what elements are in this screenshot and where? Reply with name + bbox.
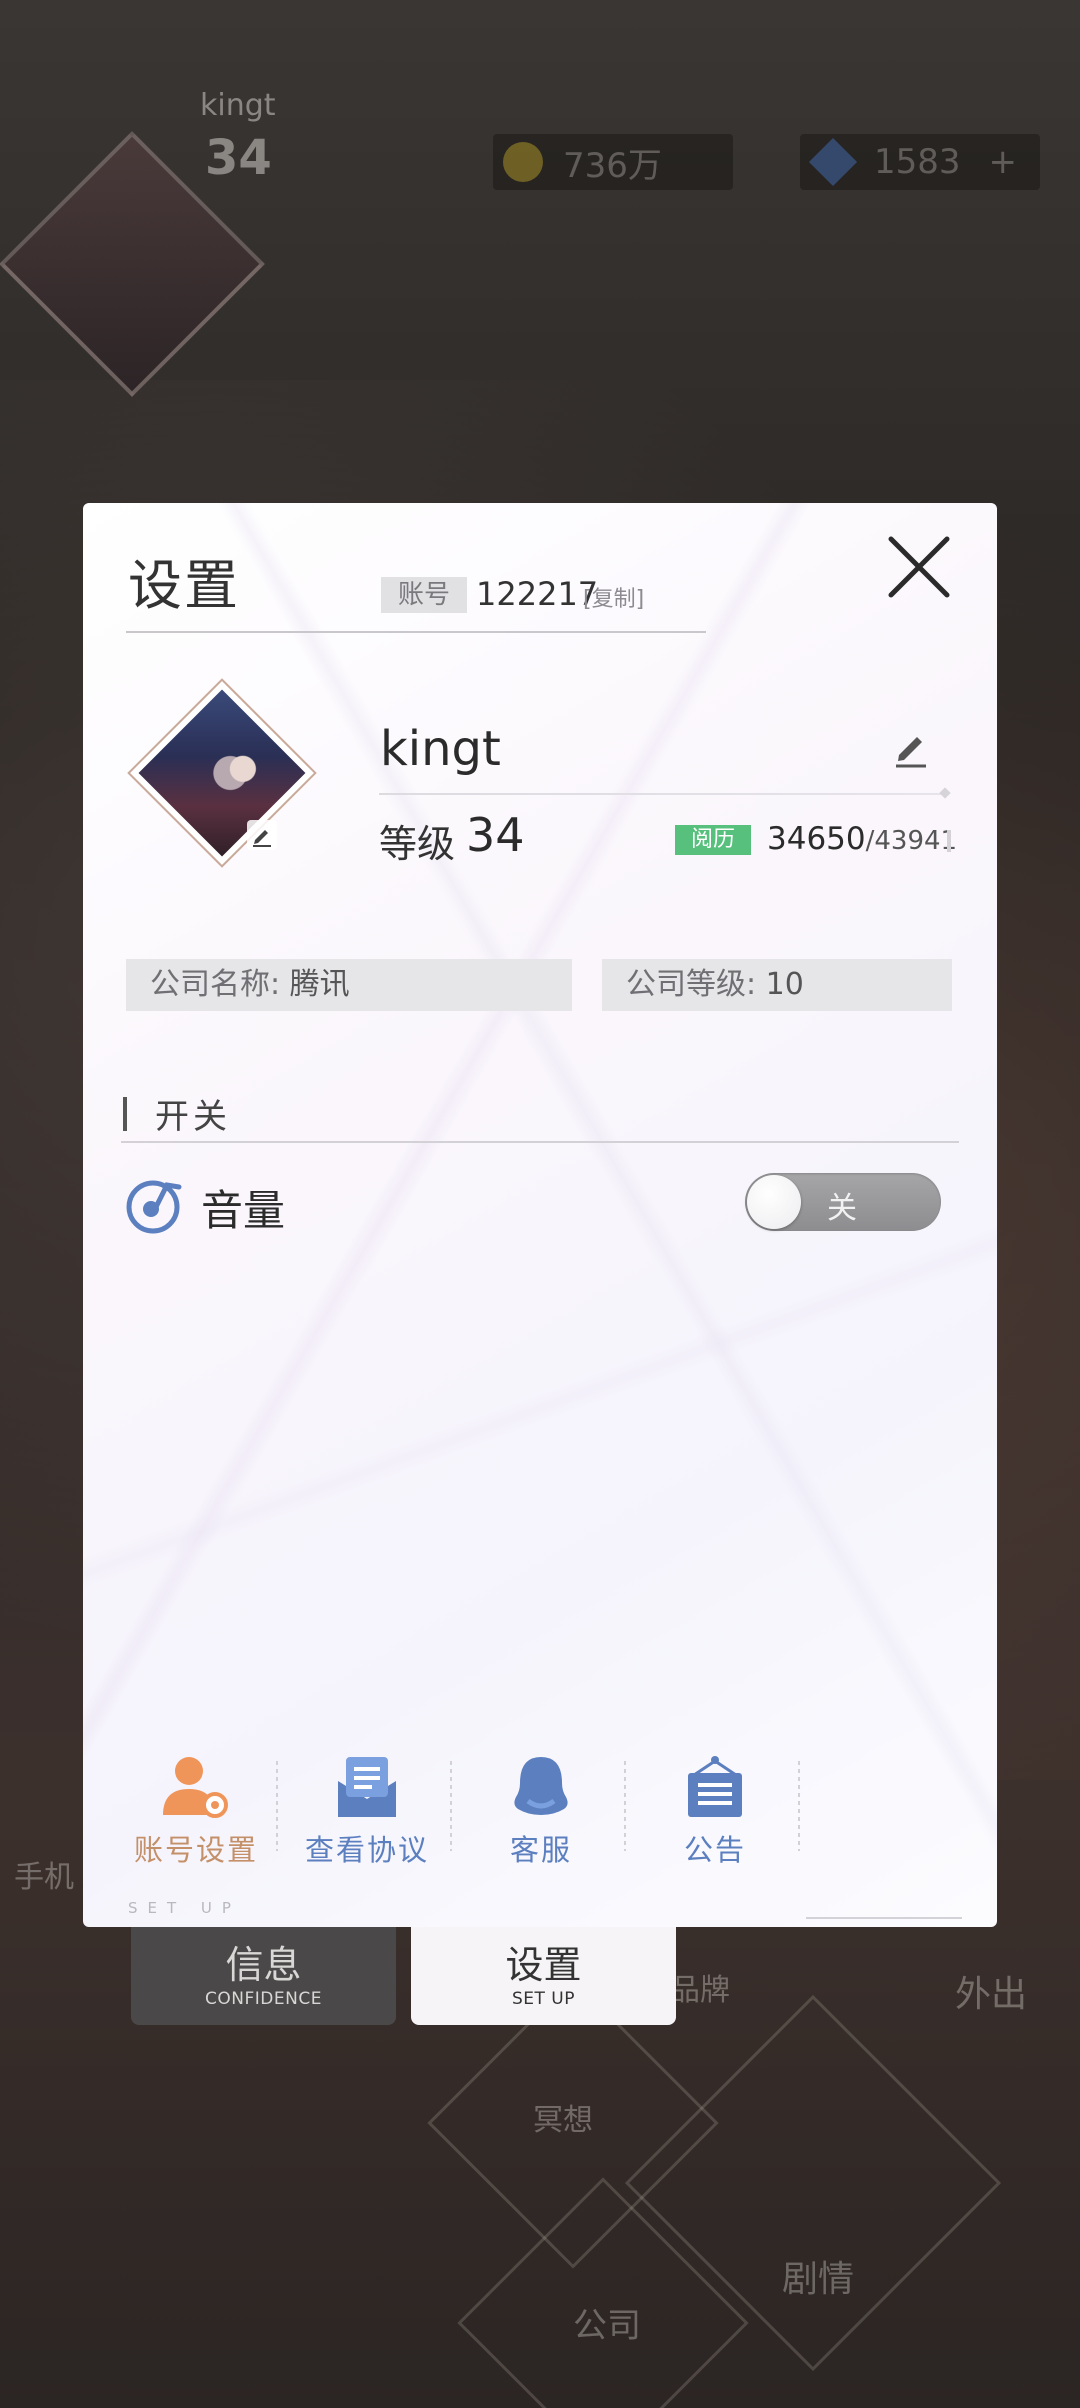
action-separator (624, 1761, 626, 1851)
toggle-state-text: 关 (827, 1191, 857, 1226)
company-name-value: 腾讯 (289, 967, 350, 1002)
footer-divider (806, 1917, 962, 1919)
experience-max: /43941 (865, 826, 958, 856)
action-separator (798, 1761, 800, 1851)
fantasy-label: 冥想 (533, 2103, 593, 2138)
avatar-image (138, 689, 306, 857)
name-divider-dot (939, 787, 951, 799)
phone-label: 手机 (14, 1860, 74, 1895)
dialog-footer-watermark: SET UP (128, 1899, 241, 1917)
volume-icon (126, 1180, 182, 1234)
experience-bar-end (947, 830, 951, 852)
announcement-icon (688, 1756, 742, 1817)
toggle-knob (747, 1175, 801, 1229)
experience-current: 34650 (767, 821, 866, 857)
action-separator (276, 1761, 278, 1851)
dialog-title: 设置 (128, 554, 240, 617)
tab-settings-label: 设置 (505, 1943, 582, 1987)
hud-player-level: 34 (205, 130, 272, 186)
outing-label: 外出 (955, 1974, 1028, 2015)
action-separator (450, 1761, 452, 1851)
section-marker (123, 1097, 127, 1131)
hud-player-name: kingt (200, 88, 276, 123)
account-label: 账号 (381, 577, 467, 613)
edit-name-icon[interactable] (893, 729, 929, 769)
tab-settings-sublabel: SET UP (511, 1989, 575, 2009)
close-icon (888, 536, 950, 598)
gem-icon (808, 137, 858, 187)
account-settings-icon (163, 1757, 228, 1818)
level-value: 34 (466, 808, 525, 862)
volume-label: 音量 (201, 1186, 286, 1235)
customer-service-icon (514, 1757, 568, 1815)
view-agreement-label: 查看协议 (304, 1833, 429, 1867)
announcement-button[interactable]: 公告 (640, 1755, 790, 1869)
profile-avatar[interactable] (127, 678, 317, 868)
company-name-label: 公司名称: (150, 967, 281, 1002)
player-name: kingt (380, 721, 501, 777)
hud-coins: 736万 (493, 134, 733, 190)
company-name-field: 公司名称: 腾讯 (126, 959, 572, 1011)
gems-value: 1583 (874, 142, 961, 182)
account-id: 122217 (476, 575, 599, 613)
company-label: 公司 (573, 2306, 641, 2346)
add-gems-button[interactable]: + (989, 142, 1018, 182)
switch-section-title: 开关 (155, 1097, 231, 1137)
section-divider (121, 1141, 959, 1143)
brand-label: 品牌 (670, 1973, 730, 2008)
tab-info-sublabel: CONFIDENCE (205, 1989, 322, 2009)
experience-badge: 阅历 (675, 825, 751, 855)
volume-toggle[interactable]: 关 (745, 1173, 941, 1231)
avatar-edit-icon[interactable] (247, 820, 277, 850)
level-label: 等级 (379, 822, 456, 866)
view-agreement-button[interactable]: 查看协议 (292, 1755, 442, 1869)
avatar-frame (127, 678, 317, 868)
customer-service-button[interactable]: 客服 (466, 1755, 616, 1869)
company-level-field: 公司等级: 10 (602, 959, 952, 1011)
coin-icon (503, 142, 543, 182)
account-settings-button[interactable]: 账号设置 (121, 1755, 271, 1869)
experience-value: 34650/43941 (767, 821, 957, 857)
coins-value: 736万 (563, 145, 662, 186)
name-divider (379, 793, 945, 795)
close-button[interactable] (883, 531, 955, 603)
tab-settings[interactable]: 设置 SET UP (411, 1925, 676, 2025)
account-settings-label: 账号设置 (133, 1833, 258, 1867)
hud-gems: 1583 + (800, 134, 1040, 190)
title-divider (126, 631, 706, 633)
customer-service-label: 客服 (509, 1833, 572, 1867)
copy-account-button[interactable]: [复制] (583, 581, 644, 613)
company-level-value: 10 (765, 967, 804, 1002)
tab-info[interactable]: 信息 CONFIDENCE (131, 1925, 396, 2025)
tab-info-label: 信息 (225, 1943, 302, 1987)
company-level-label: 公司等级: (626, 967, 757, 1002)
settings-dialog: 设置 账号 122217 [复制] kingt 等级 34 阅历 34650/4… (83, 503, 997, 1927)
announcement-label: 公告 (683, 1833, 746, 1867)
story-label: 剧情 (782, 2259, 855, 2300)
agreement-icon (338, 1757, 396, 1817)
